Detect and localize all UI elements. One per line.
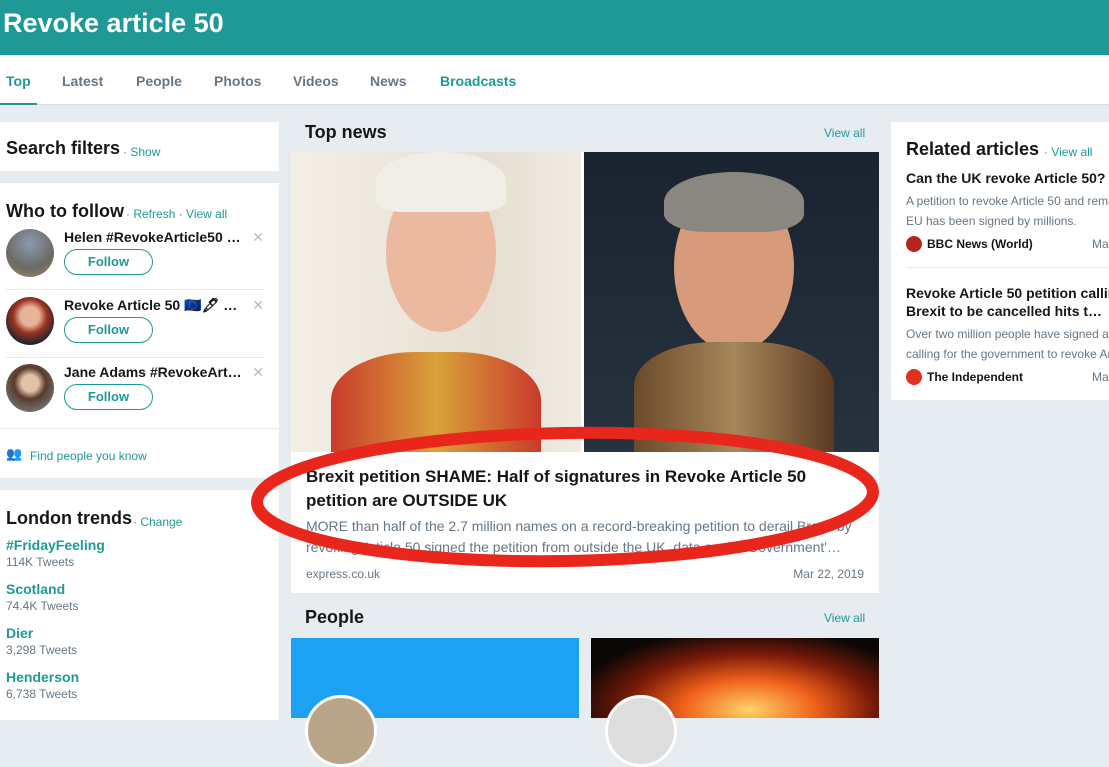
tab-top[interactable]: Top	[0, 73, 37, 105]
top-news-view-all[interactable]: View all	[824, 126, 865, 140]
related-title: Related articles	[906, 139, 1040, 159]
bbc-news-icon	[906, 236, 922, 252]
refresh-link[interactable]: Refresh	[133, 207, 175, 221]
people-icon: 👥	[6, 446, 23, 461]
follow-suggestion: Helen #RevokeArticle50 … Follow ✕	[6, 225, 264, 293]
avatar[interactable]	[6, 229, 54, 277]
independent-icon	[906, 369, 922, 385]
trend-item[interactable]: Scotland 74.4K Tweets	[6, 581, 79, 613]
article-date: Mar 22, 2019	[793, 567, 864, 581]
follow-suggestion: Revoke Article 50 🇪🇺🖋 … Follow ✕	[6, 293, 264, 361]
avatar[interactable]	[6, 297, 54, 345]
tab-people[interactable]: People	[136, 73, 182, 89]
follow-button[interactable]: Follow	[64, 317, 153, 343]
user-name[interactable]: Jane Adams #RevokeArt…	[64, 364, 249, 380]
trend-item[interactable]: #FridayFeeling 114K Tweets	[6, 537, 105, 569]
user-name[interactable]: Helen #RevokeArticle50 …	[64, 229, 249, 245]
related-article[interactable]: Revoke Article 50 petition calling forBr…	[906, 284, 1109, 385]
change-link[interactable]: Change	[140, 515, 182, 529]
dismiss-icon[interactable]: ✕	[252, 364, 264, 381]
view-all-link[interactable]: View all	[186, 207, 227, 221]
avatar[interactable]	[305, 695, 377, 767]
search-filters-card: Search filters · Show	[0, 122, 279, 171]
avatar[interactable]	[605, 695, 677, 767]
find-people-link[interactable]: Find people you know	[30, 449, 147, 463]
avatar[interactable]	[6, 364, 54, 412]
article-image-left	[291, 152, 581, 452]
dismiss-icon[interactable]: ✕	[252, 297, 264, 314]
tab-news[interactable]: News	[370, 73, 407, 89]
people-title: People	[305, 607, 365, 627]
follow-button[interactable]: Follow	[64, 249, 153, 275]
tab-videos[interactable]: Videos	[293, 73, 339, 89]
trends-title: London trends	[6, 508, 132, 528]
who-to-follow-card: Who to follow · Refresh · View all Helen…	[0, 183, 279, 478]
news-article-card[interactable]: Brexit petition SHAME: Half of signature…	[291, 152, 879, 593]
trend-item[interactable]: Henderson 6,738 Tweets	[6, 669, 79, 701]
people-card[interactable]	[291, 638, 579, 767]
search-filters-title: Search filters	[6, 138, 121, 158]
page-header: Revoke article 50	[0, 0, 1109, 55]
page-title: Revoke article 50	[3, 8, 224, 38]
related-articles-card: Related articles · View all Can the UK r…	[891, 122, 1109, 400]
people-card[interactable]	[591, 638, 879, 767]
article-headline[interactable]: Brexit petition SHAME: Half of signature…	[306, 465, 866, 513]
who-to-follow-title: Who to follow	[6, 201, 124, 221]
article-image-right	[584, 152, 879, 452]
trends-card: London trends · Change #FridayFeeling 114…	[0, 490, 279, 720]
dismiss-icon[interactable]: ✕	[252, 229, 264, 246]
tab-photos[interactable]: Photos	[214, 73, 261, 89]
follow-suggestion: Jane Adams #RevokeArt… Follow ✕	[6, 360, 264, 428]
tab-bar: Top Latest People Photos Videos News Bro…	[0, 55, 1109, 105]
related-view-all[interactable]: View all	[1051, 145, 1092, 159]
article-source: express.co.uk	[306, 567, 381, 581]
follow-button[interactable]: Follow	[64, 384, 153, 410]
top-news-title: Top news	[305, 122, 387, 142]
show-filters-link[interactable]: Show	[130, 145, 160, 159]
trend-item[interactable]: Dier 3,298 Tweets	[6, 625, 77, 657]
user-name[interactable]: Revoke Article 50 🇪🇺🖋 …	[64, 297, 249, 314]
article-summary: MORE than half of the 2.7 million names …	[306, 518, 852, 555]
tab-latest[interactable]: Latest	[62, 73, 103, 89]
related-article[interactable]: Can the UK revoke Article 50? A petition…	[906, 169, 1109, 252]
tab-broadcasts[interactable]: Broadcasts	[440, 73, 516, 89]
people-view-all[interactable]: View all	[824, 611, 865, 625]
